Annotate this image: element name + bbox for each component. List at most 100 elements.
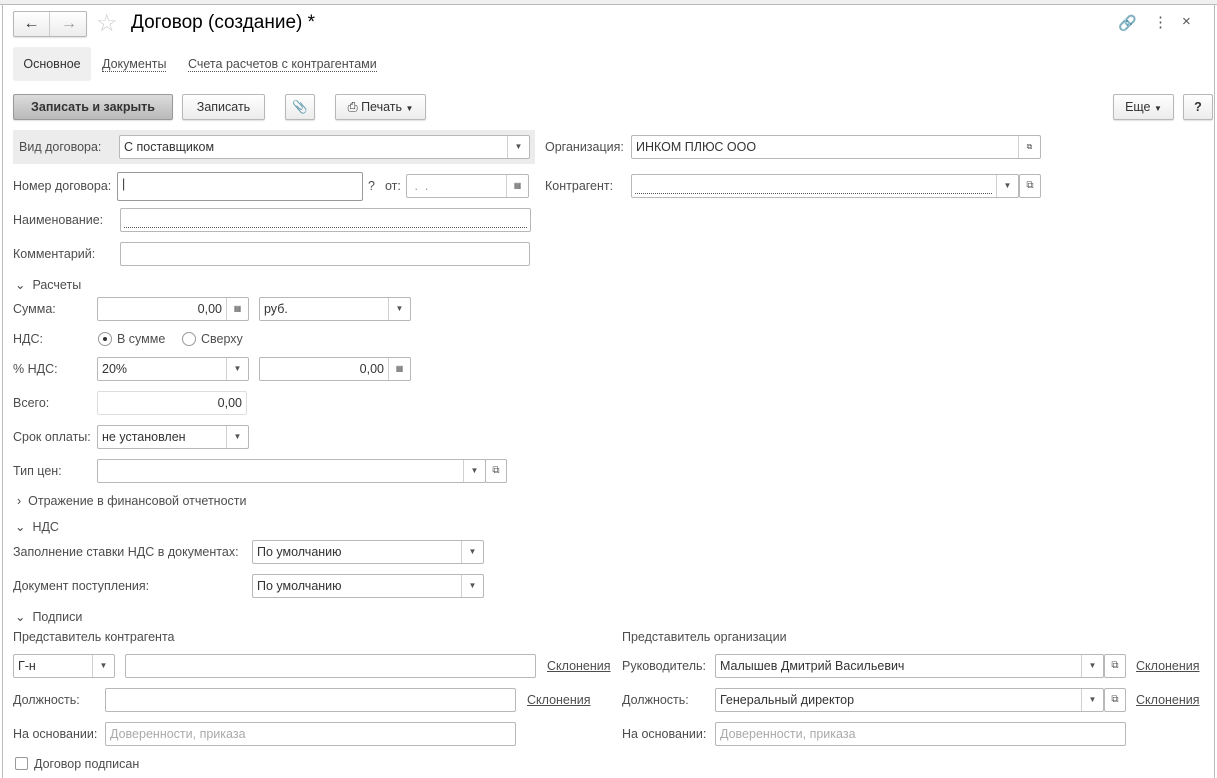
comment-input[interactable] <box>120 242 530 266</box>
comment-label: Комментарий: <box>13 247 96 261</box>
salutation-select[interactable]: Г-н ▼ <box>13 654 115 678</box>
org-basis-input[interactable]: Доверенности, приказа <box>715 722 1126 746</box>
tab-documents[interactable]: Документы <box>102 57 167 72</box>
dropdown-arrow-icon[interactable]: ▼ <box>1081 689 1103 711</box>
cp-basis-placeholder: Доверенности, приказа <box>110 727 246 741</box>
kind-label: Вид договора: <box>19 140 102 154</box>
name-input[interactable] <box>120 208 531 232</box>
save-and-close-button[interactable]: Записать и закрыть <box>13 94 173 120</box>
dropdown-arrow-icon[interactable]: ▼ <box>461 575 483 597</box>
open-icon[interactable]: ⧉ <box>1104 688 1126 712</box>
contract-number-input[interactable]: | <box>117 172 363 201</box>
vat-rate-value: 20% <box>102 362 128 376</box>
section-signs-toggle[interactable]: ⌄ Подписи <box>15 609 82 624</box>
total-field: 0,00 <box>97 391 247 415</box>
vat-over-label: Сверху <box>201 332 243 346</box>
more-button[interactable]: Еще ▼ <box>1113 94 1174 120</box>
print-button[interactable]: ⎙ Печать ▼ <box>335 94 426 120</box>
signed-label: Договор подписан <box>34 757 140 771</box>
attach-button[interactable]: 📎 <box>285 94 315 120</box>
price-type-select[interactable]: ▼ <box>97 459 486 483</box>
link-icon[interactable]: 🔗 <box>1118 14 1137 32</box>
counterparty-label: Контрагент: <box>545 179 614 193</box>
date-value: . . <box>411 179 436 193</box>
dropdown-arrow-icon: ▼ <box>1154 104 1162 113</box>
org-position-select[interactable]: Генеральный директор ▼ <box>715 688 1104 712</box>
vat-over-radio[interactable]: Сверху <box>182 327 243 351</box>
dropdown-arrow-icon: ▼ <box>405 104 414 113</box>
org-label: Организация: <box>545 140 624 154</box>
dropdown-arrow-icon[interactable]: ▼ <box>463 460 485 482</box>
vat-fill-label: Заполнение ставки НДС в документах: <box>13 545 239 559</box>
number-hint: ? <box>368 179 375 193</box>
open-icon[interactable]: ⧉ <box>1104 654 1126 678</box>
dropdown-arrow-icon[interactable]: ▼ <box>507 136 529 158</box>
cp-rep-heading: Представитель контрагента <box>13 630 175 644</box>
dropdown-arrow-icon[interactable]: ▼ <box>226 358 248 380</box>
tab-accounts[interactable]: Счета расчетов с контрагентами <box>188 57 377 72</box>
vat-in-label: В сумме <box>117 332 166 346</box>
dropdown-arrow-icon[interactable]: ▼ <box>1081 655 1103 677</box>
price-type-label: Тип цен: <box>13 464 62 478</box>
section-fin-toggle[interactable]: › Отражение в финансовой отчетности <box>17 494 246 508</box>
cp-position-input[interactable] <box>105 688 516 712</box>
sum-input[interactable]: 0,00 ▦ <box>97 297 249 321</box>
calendar-icon[interactable]: ▦ <box>506 175 528 197</box>
forward-button[interactable]: → <box>51 12 87 36</box>
payment-term-select[interactable]: не установлен ▼ <box>97 425 249 449</box>
org-position-value: Генеральный директор <box>720 693 855 707</box>
open-icon[interactable]: ⧉ <box>485 459 507 483</box>
number-label: Номер договора: <box>13 179 112 193</box>
vat-in-sum-radio[interactable]: В сумме <box>98 327 165 351</box>
close-icon[interactable]: × <box>1182 13 1191 30</box>
back-button[interactable]: ← <box>14 12 50 36</box>
help-button[interactable]: ? <box>1183 94 1213 120</box>
cp-declension-link[interactable]: Склонения <box>547 659 611 673</box>
signed-checkbox[interactable]: Договор подписан <box>15 752 139 776</box>
head-declension-link[interactable]: Склонения <box>1136 659 1200 673</box>
vat-fill-select[interactable]: По умолчанию ▼ <box>252 540 484 564</box>
dropdown-arrow-icon[interactable]: ▼ <box>996 175 1018 197</box>
dropdown-arrow-icon[interactable]: ▼ <box>388 298 410 320</box>
favorite-star-icon[interactable]: ☆ <box>96 9 118 38</box>
date-input[interactable]: . . ▦ <box>406 174 529 198</box>
calculator-icon[interactable]: ▦ <box>226 298 248 320</box>
more-vertical-icon[interactable]: ⋮ <box>1153 13 1168 31</box>
dropdown-arrow-icon[interactable]: ▼ <box>461 541 483 563</box>
cp-rep-name-input[interactable] <box>125 654 536 678</box>
section-vat-toggle[interactable]: ⌄ НДС <box>15 519 59 534</box>
paperclip-icon: 📎 <box>292 100 308 114</box>
contract-kind-select[interactable]: С поставщиком ▼ <box>119 135 530 159</box>
dropdown-arrow-icon[interactable]: ▼ <box>92 655 114 677</box>
head-select[interactable]: Малышев Дмитрий Васильевич ▼ <box>715 654 1104 678</box>
org-basis-label: На основании: <box>622 727 707 741</box>
open-icon[interactable]: ⧉ <box>1019 174 1041 198</box>
organization-field[interactable]: ИНКОМ ПЛЮС ООО ⧉ <box>631 135 1041 159</box>
vat-rate-label: % НДС: <box>13 362 58 376</box>
cp-position-label: Должность: <box>13 693 80 707</box>
calculator-icon[interactable]: ▦ <box>388 358 410 380</box>
org-position-label: Должность: <box>622 693 689 707</box>
sum-label: Сумма: <box>13 302 56 316</box>
currency-value: руб. <box>264 302 288 316</box>
vat-label: НДС: <box>13 332 43 346</box>
section-calc-toggle[interactable]: ⌄ Расчеты <box>15 277 81 292</box>
vat-amount-value: 0,00 <box>359 362 384 376</box>
receipt-doc-select[interactable]: По умолчанию ▼ <box>252 574 484 598</box>
tab-main[interactable]: Основное <box>13 47 91 81</box>
term-label: Срок оплаты: <box>13 430 91 444</box>
total-label: Всего: <box>13 396 50 410</box>
currency-select[interactable]: руб. ▼ <box>259 297 411 321</box>
org-position-declension-link[interactable]: Склонения <box>1136 693 1200 707</box>
section-fin-title: Отражение в финансовой отчетности <box>28 494 247 508</box>
counterparty-select[interactable]: ▼ <box>631 174 1019 198</box>
printer-icon: ⎙ <box>347 100 358 114</box>
cp-basis-input[interactable]: Доверенности, приказа <box>105 722 516 746</box>
nav-buttons: ← → <box>13 11 87 37</box>
vat-rate-select[interactable]: 20% ▼ <box>97 357 249 381</box>
cp-position-declension-link[interactable]: Склонения <box>527 693 591 707</box>
open-icon[interactable]: ⧉ <box>1018 136 1040 158</box>
save-button[interactable]: Записать <box>182 94 265 120</box>
vat-amount-input[interactable]: 0,00 ▦ <box>259 357 411 381</box>
dropdown-arrow-icon[interactable]: ▼ <box>226 426 248 448</box>
